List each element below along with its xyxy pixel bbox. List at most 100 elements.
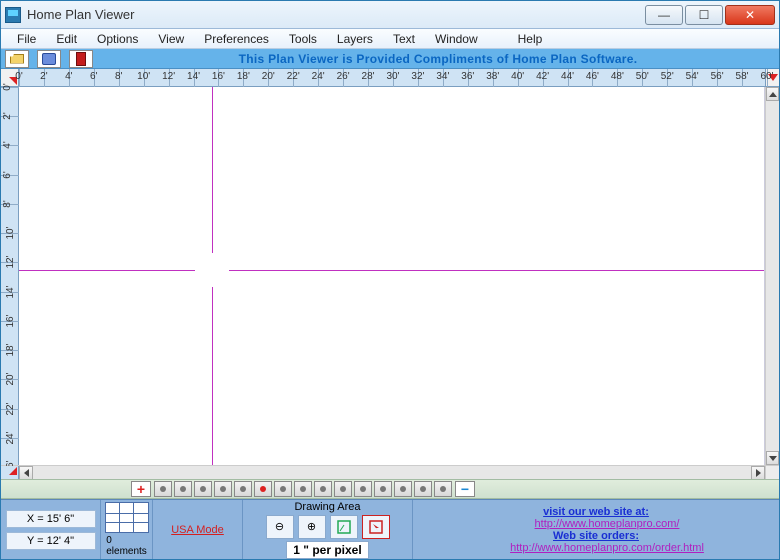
layer-slot[interactable]: [154, 481, 172, 497]
open-button[interactable]: [5, 50, 29, 68]
mode-panel: USA Mode: [153, 500, 243, 559]
horizontal-ruler[interactable]: 0'2'4'6'8'10'12'14'16'18'20'22'24'26'28'…: [19, 69, 765, 86]
layer-slot[interactable]: [294, 481, 312, 497]
layer-dot-icon: [240, 486, 246, 492]
chevron-up-icon: [769, 92, 777, 97]
folder-icon: [10, 54, 24, 64]
menu-file[interactable]: File: [7, 32, 46, 46]
drawing-canvas[interactable]: [19, 87, 765, 465]
layer-slot[interactable]: [214, 481, 232, 497]
coordinates-panel: X = 15' 6" Y = 12' 4": [1, 500, 101, 559]
drawing-area-label: Drawing Area: [294, 501, 360, 513]
layer-dot-icon: [180, 486, 186, 492]
menu-edit[interactable]: Edit: [46, 32, 87, 46]
visit-link[interactable]: http://www.homeplanpro.com/: [535, 518, 680, 530]
mode-link[interactable]: USA Mode: [171, 524, 224, 536]
layer-slot[interactable]: [254, 481, 272, 497]
horizontal-scrollbar[interactable]: [19, 466, 765, 479]
layer-slot[interactable]: [194, 481, 212, 497]
element-count: 0 elements: [106, 535, 147, 557]
remove-layer-button[interactable]: −: [455, 481, 475, 497]
layer-slot[interactable]: [414, 481, 432, 497]
order-label: Web site orders:: [553, 530, 639, 542]
window-title: Home Plan Viewer: [27, 7, 645, 22]
select-area-button[interactable]: [362, 515, 390, 539]
app-icon: [5, 7, 21, 23]
thumbnail-grid[interactable]: [105, 502, 149, 533]
app-info-button[interactable]: [69, 50, 93, 68]
horizontal-ruler-row: 0'2'4'6'8'10'12'14'16'18'20'22'24'26'28'…: [1, 69, 779, 87]
layer-slot[interactable]: [274, 481, 292, 497]
layer-slot[interactable]: [334, 481, 352, 497]
maximize-button[interactable]: ☐: [685, 5, 723, 25]
menubar: File Edit Options View Preferences Tools…: [1, 29, 779, 49]
layer-dot-icon: [420, 486, 426, 492]
zoom-target-button[interactable]: ⊕: [298, 515, 326, 539]
hscroll-track[interactable]: [33, 466, 751, 479]
print-button[interactable]: [37, 50, 61, 68]
thumbnail-panel: 0 elements: [101, 500, 153, 559]
layer-dot-icon: [200, 486, 206, 492]
window-icon: [336, 519, 352, 535]
menu-text[interactable]: Text: [383, 32, 425, 46]
titlebar[interactable]: Home Plan Viewer — ☐ ✕: [1, 1, 779, 29]
menu-layers[interactable]: Layers: [327, 32, 383, 46]
menu-options[interactable]: Options: [87, 32, 148, 46]
app-badge-icon: [76, 52, 86, 66]
menu-view[interactable]: View: [148, 32, 194, 46]
minimize-button[interactable]: —: [645, 5, 683, 25]
layer-dot-icon: [440, 486, 446, 492]
layer-dot-icon: [280, 486, 286, 492]
menu-help[interactable]: Help: [508, 32, 553, 46]
vertical-ruler[interactable]: 0'2'4'6'8'10'12'14'16'18'20'22'24'26': [1, 87, 19, 465]
scroll-left-button[interactable]: [19, 466, 33, 480]
layer-slot[interactable]: [434, 481, 452, 497]
links-panel: visit our web site at: http://www.homepl…: [413, 500, 779, 559]
layer-dot-icon: [220, 486, 226, 492]
layer-dot-icon: [160, 486, 166, 492]
menu-window[interactable]: Window: [425, 32, 488, 46]
printer-icon: [42, 53, 56, 65]
menu-tools[interactable]: Tools: [279, 32, 327, 46]
add-layer-button[interactable]: +: [131, 481, 151, 497]
scroll-right-button[interactable]: [751, 466, 765, 480]
close-button[interactable]: ✕: [725, 5, 775, 25]
toolbar-banner: This Plan Viewer is Provided Compliments…: [1, 49, 779, 69]
cursor-gap-v: [211, 253, 214, 287]
layer-slot[interactable]: [234, 481, 252, 497]
app-window: Home Plan Viewer — ☐ ✕ File Edit Options…: [0, 0, 780, 560]
scroll-down-button[interactable]: [766, 451, 779, 465]
zoom-out-button[interactable]: ⊖: [266, 515, 294, 539]
layer-dot-icon: [400, 486, 406, 492]
layer-slot[interactable]: [174, 481, 192, 497]
order-link[interactable]: http://www.homeplanpro.com/order.html: [510, 542, 704, 554]
stage-row: 0'2'4'6'8'10'12'14'16'18'20'22'24'26': [1, 87, 779, 465]
fit-window-button[interactable]: [330, 515, 358, 539]
layer-slot[interactable]: [374, 481, 392, 497]
layer-dot-icon: [380, 486, 386, 492]
layer-slot[interactable]: [354, 481, 372, 497]
layer-dot-icon: [260, 486, 266, 492]
chevron-down-icon: [769, 456, 777, 461]
scale-readout: 1 " per pixel: [286, 541, 368, 559]
cursor-icon: [368, 519, 384, 535]
status-bar: X = 15' 6" Y = 12' 4" 0 elements USA Mod…: [1, 499, 779, 559]
layer-slot[interactable]: [394, 481, 412, 497]
coord-x: X = 15' 6": [6, 510, 96, 528]
vscroll-track[interactable]: [766, 101, 779, 451]
layer-dot-icon: [340, 486, 346, 492]
visit-label: visit our web site at:: [543, 506, 649, 518]
scroll-corner: [765, 466, 779, 479]
vertical-scrollbar[interactable]: [765, 87, 779, 465]
cursor-guide-horizontal: [19, 270, 764, 271]
coord-y: Y = 12' 4": [6, 532, 96, 550]
menu-preferences[interactable]: Preferences: [194, 32, 279, 46]
scroll-up-button[interactable]: [766, 87, 779, 101]
layer-slot[interactable]: [314, 481, 332, 497]
layer-dot-icon: [320, 486, 326, 492]
corner-marker-icon: [9, 467, 17, 475]
layer-dot-icon: [300, 486, 306, 492]
layer-bar: + −: [1, 479, 779, 499]
chevron-right-icon: [756, 469, 761, 477]
ruler-bottom-corner[interactable]: [1, 466, 19, 479]
